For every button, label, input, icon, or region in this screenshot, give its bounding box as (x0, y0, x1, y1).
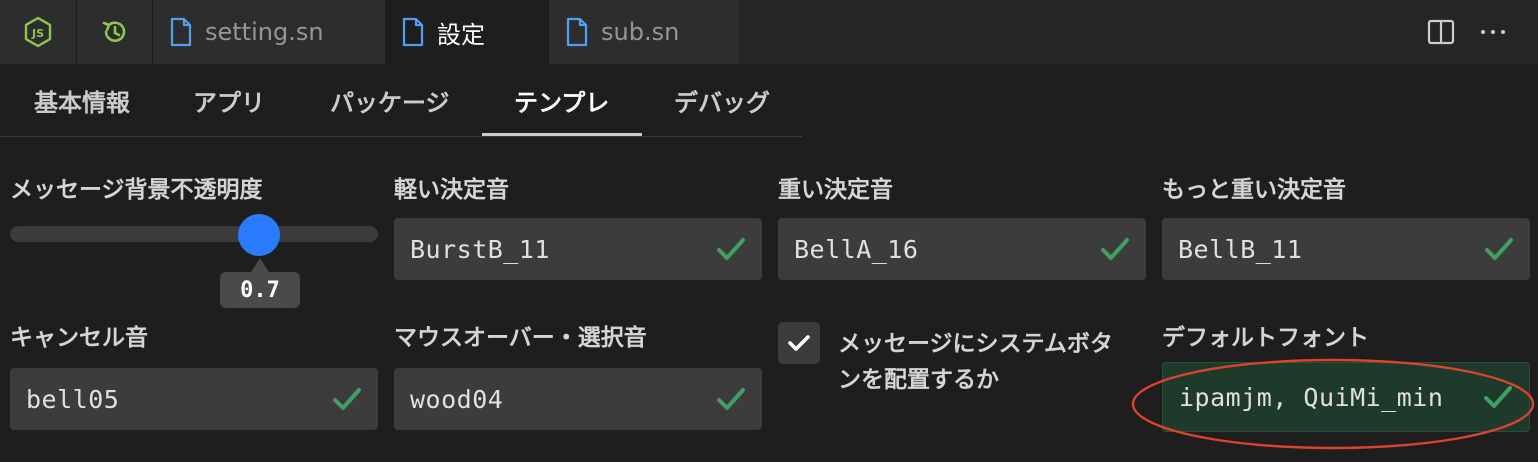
tab-history[interactable] (77, 0, 152, 64)
file-icon (169, 17, 193, 47)
svg-text:JS: JS (31, 27, 44, 40)
more-actions-icon[interactable] (1478, 17, 1508, 47)
checkmark-icon (788, 335, 810, 351)
nav-active-indicator (482, 133, 642, 136)
opacity-slider-track[interactable] (10, 226, 378, 242)
check-icon (714, 232, 748, 266)
opacity-value-bubble: 0.7 (220, 272, 300, 308)
check-icon (714, 382, 748, 416)
default-font-field[interactable]: ipamjm, QuiMi_min (1162, 362, 1530, 432)
tab-setting-sn[interactable]: setting.sn (153, 0, 385, 64)
cancel-sound-label: キャンセル音 (10, 325, 148, 351)
heavier-sound-label: もっと重い決定音 (1162, 177, 1346, 203)
heavy-sound-label: 重い決定音 (778, 177, 893, 203)
file-icon (565, 17, 589, 47)
cancel-sound-value: bell05 (26, 384, 120, 414)
tab-nodejs[interactable]: JS (0, 0, 76, 64)
heavy-sound-value: BellA_16 (794, 234, 919, 264)
nav-package[interactable]: パッケージ (330, 64, 450, 136)
heavy-sound-field[interactable]: BellA_16 (778, 218, 1146, 280)
slider-value-pointer (251, 258, 269, 272)
hover-sound-value: wood04 (410, 384, 504, 414)
check-icon (1481, 380, 1515, 414)
check-icon (1098, 232, 1132, 266)
settings-nav: 基本情報 アプリ パッケージ テンプレ デバッグ (0, 64, 802, 137)
nav-basic-info[interactable]: 基本情報 (34, 64, 130, 136)
nav-template[interactable]: テンプレ (514, 64, 609, 136)
hover-sound-label: マウスオーバー・選択音 (394, 325, 647, 351)
tab-settings-active[interactable]: 設定 (385, 0, 549, 64)
file-icon (401, 17, 425, 47)
default-font-label: デフォルトフォント (1162, 325, 1369, 351)
nav-debug[interactable]: デバッグ (674, 64, 770, 136)
system-buttons-label-line2: ンを配置するか (838, 367, 999, 393)
nodejs-icon: JS (23, 16, 53, 48)
tab-label: 設定 (437, 20, 485, 49)
default-font-value: ipamjm, QuiMi_min (1179, 382, 1444, 412)
system-buttons-checkbox[interactable] (778, 322, 820, 364)
light-sound-field[interactable]: BurstB_11 (394, 218, 762, 280)
tab-sub-sn[interactable]: sub.sn (549, 0, 739, 64)
cancel-sound-field[interactable]: bell05 (10, 368, 378, 430)
check-icon (330, 382, 364, 416)
system-buttons-label-line1: メッセージにシステムボタ (838, 331, 1113, 357)
editor-tab-bar: JS setting.sn 設定 sub.sn (0, 0, 1538, 64)
heavier-sound-field[interactable]: BellB_11 (1162, 218, 1530, 280)
check-icon (1482, 232, 1516, 266)
opacity-slider-thumb[interactable] (238, 214, 280, 256)
system-buttons-label: メッセージにシステムボタ ンを配置するか (838, 326, 1138, 398)
opacity-label: メッセージ背景不透明度 (10, 177, 263, 203)
tab-label: sub.sn (601, 18, 680, 46)
hover-sound-field[interactable]: wood04 (394, 368, 762, 430)
heavier-sound-value: BellB_11 (1178, 234, 1303, 264)
split-editor-icon[interactable] (1426, 17, 1456, 47)
light-sound-label: 軽い決定音 (394, 177, 509, 203)
history-icon (100, 17, 130, 47)
tab-label: setting.sn (205, 18, 324, 46)
nav-app[interactable]: アプリ (193, 64, 265, 136)
light-sound-value: BurstB_11 (410, 234, 550, 264)
